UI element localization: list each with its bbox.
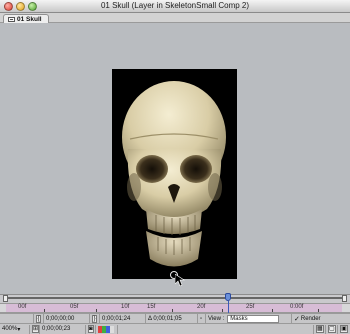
pixel-aspect-icon[interactable]: ▣ [340,325,348,333]
ruler-tick [318,309,319,312]
ripple-cell: ▫ [198,314,206,323]
duration-value: Δ 0;00;01;05 [148,315,182,322]
view-select[interactable]: Masks [227,314,280,323]
set-in-point-button[interactable]: { [36,314,41,323]
in-point-cell: 0;00;00;00 [44,314,90,323]
set-out-point-button[interactable]: } [92,314,97,323]
spacer-cell [0,314,34,323]
ruler-tick [172,309,173,312]
current-time-indicator[interactable] [225,293,231,301]
layer-icon [8,16,15,22]
render-label: Render [300,315,321,322]
title-bar[interactable]: 01 Skull (Layer in SkeletonSmall Comp 2) [0,0,350,13]
in-point-marker[interactable] [3,295,8,302]
transparency-grid-icon[interactable]: ▦ [316,325,324,333]
ruler-label: 05f [70,304,79,310]
pixel-aspect-cell: ▣ [338,325,350,334]
channels-cell [96,324,118,334]
ruler-tick [44,309,45,312]
safe-zones-cell: ⊞ [30,324,40,334]
ruler-label: 00f [18,304,27,310]
out-point-marker[interactable] [342,295,347,302]
view-cell: View : Masks [206,314,292,323]
spacer-cell [118,324,314,334]
current-time-line [228,301,229,313]
layer-viewer[interactable] [0,24,350,294]
view-select-value: Masks [230,315,248,322]
viewer-controls-row: 400% ▾ ⊞ 0;00;00;23 ◙ ▦ ▢ ▣ [0,323,350,334]
skull-layer-image[interactable] [112,69,237,279]
render-cell: ✓ Render [292,314,350,323]
zoom-select[interactable]: 400% [2,326,17,332]
view-label: View : [208,315,225,322]
ruler-tick [222,309,223,312]
skull-image [122,81,226,267]
tab-bar: 01 Skull [0,13,350,23]
pointer-cursor-icon [175,274,185,286]
ruler-tick [96,309,97,312]
render-checkbox[interactable]: ✓ [294,315,300,323]
in-point-value[interactable]: 0;00;00;00 [46,316,74,322]
ruler-label: 20f [197,304,206,310]
layer-controls-row: { 0;00;00;00 } 0;00;01;24 Δ 0;00;01;05 ▫… [0,313,350,323]
snapshot-cell: ◙ [86,324,96,334]
ruler-label: 15f [147,304,156,310]
region-cell: ▢ [326,324,338,334]
set-in-point-cell: { [34,314,44,323]
tab-label: 01 Skull [17,15,42,23]
ripple-icon[interactable]: ▫ [200,316,202,322]
ruler-label: 0:00f [290,304,304,310]
ruler-label: 10f [121,304,130,310]
out-point-cell: 0;00;01;24 [100,314,146,323]
duration-cell: Δ 0;00;01;05 [146,314,198,323]
time-navigator-track[interactable] [6,297,342,299]
camera-icon[interactable]: ◙ [88,325,94,333]
current-time-value[interactable]: 0;00;00;23 [42,326,70,332]
alpha-channel-button[interactable] [110,325,114,333]
ruler-label: 25f [246,304,255,310]
out-point-value[interactable]: 0;00;01;24 [102,316,130,322]
zoom-cell: 400% ▾ [0,324,30,334]
window-title: 01 Skull (Layer in SkeletonSmall Comp 2) [100,1,250,10]
chevron-down-icon: ▾ [17,326,21,333]
set-out-point-cell: } [90,314,100,323]
tab-01-skull[interactable]: 01 Skull [3,14,49,23]
ruler-tick [272,309,273,312]
region-of-interest-icon[interactable]: ▢ [328,325,336,333]
transparency-cell: ▦ [314,324,326,334]
safe-zones-button[interactable]: ⊞ [32,325,40,333]
current-time-cell: 0;00;00;23 [40,324,86,334]
